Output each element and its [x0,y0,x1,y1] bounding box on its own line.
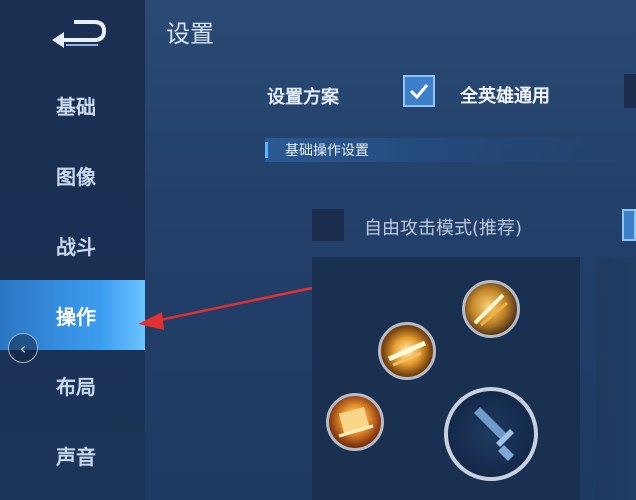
annotation-arrow-icon [138,286,313,330]
